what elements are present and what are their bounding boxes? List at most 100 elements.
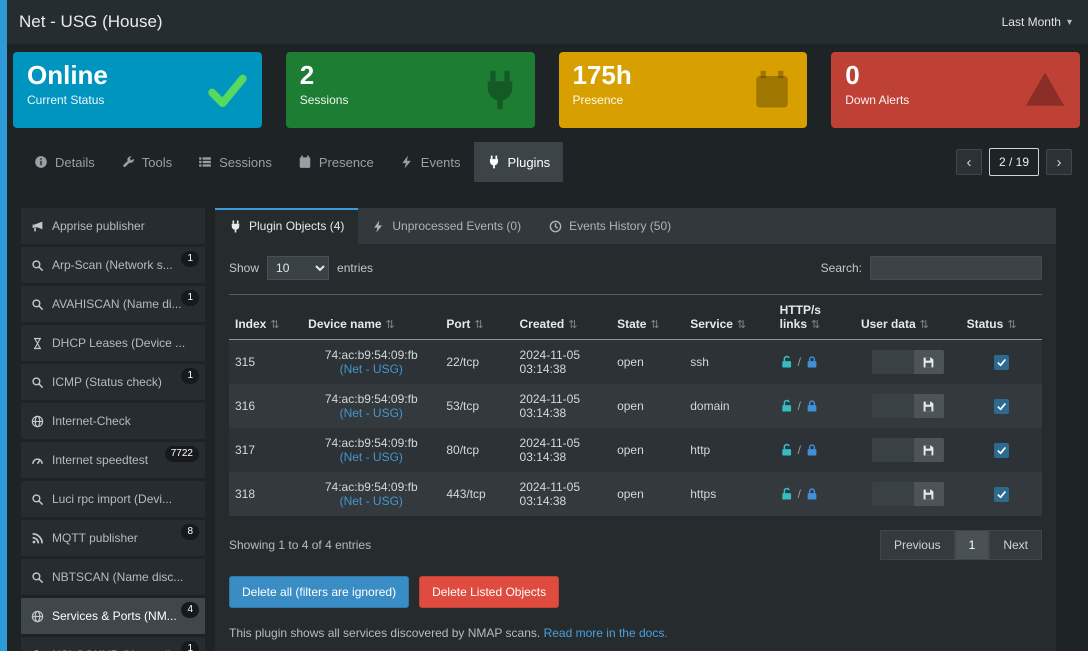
lock-closed-icon[interactable] xyxy=(805,487,819,501)
cell-service: http xyxy=(684,428,773,472)
plug-icon xyxy=(479,69,521,111)
col-header-state[interactable]: State⇅ xyxy=(611,295,684,340)
tab-unprocessed-events[interactable]: Unprocessed Events (0) xyxy=(358,208,535,244)
badge: 1 xyxy=(181,641,199,651)
user-data-input[interactable] xyxy=(872,482,914,506)
col-header-device-name[interactable]: Device name⇅ xyxy=(302,295,440,340)
sort-icon: ⇅ xyxy=(920,319,929,331)
save-icon xyxy=(922,488,935,501)
next-page-button[interactable]: Next xyxy=(989,530,1042,560)
sort-icon: ⇅ xyxy=(650,319,659,331)
sidebar-item-mqtt-publisher[interactable]: MQTT publisher8 xyxy=(21,520,205,556)
warning-icon xyxy=(1024,69,1066,111)
col-header-status[interactable]: Status⇅ xyxy=(961,295,1042,340)
sidebar-item-label: Internet speedtest xyxy=(52,453,148,467)
sidebar-item-label: NBTSCAN (Name disc... xyxy=(52,570,183,584)
search-icon xyxy=(31,571,44,584)
lock-closed-icon[interactable] xyxy=(805,399,819,413)
status-checkbox[interactable] xyxy=(994,443,1009,458)
sidebar-item-internet-speedtest[interactable]: Internet speedtest7722 xyxy=(21,442,205,478)
lock-open-icon[interactable] xyxy=(780,355,794,369)
sidebar-item-nslookup[interactable]: NSLOOKUP (Name di...1 xyxy=(21,637,205,651)
col-header-https-links[interactable]: HTTP/s links⇅ xyxy=(774,295,855,340)
col-header-created[interactable]: Created⇅ xyxy=(514,295,612,340)
delete-listed-button[interactable]: Delete Listed Objects xyxy=(419,576,559,608)
tab-plugins[interactable]: Plugins xyxy=(474,142,564,182)
period-selector[interactable]: Last Month ▾ xyxy=(1002,15,1072,29)
search-icon xyxy=(31,298,44,311)
plug-icon xyxy=(229,220,242,233)
save-button[interactable] xyxy=(914,438,944,462)
sidebar-item-internet-check[interactable]: Internet-Check xyxy=(21,403,205,439)
cell-state: open xyxy=(611,472,684,516)
created-time: 03:14:38 xyxy=(520,450,606,464)
status-checkbox[interactable] xyxy=(994,487,1009,502)
cell-port: 22/tcp xyxy=(440,340,513,385)
entries-info: Showing 1 to 4 of 4 entries xyxy=(229,538,371,552)
save-button[interactable] xyxy=(914,394,944,418)
delete-all-button[interactable]: Delete all (filters are ignored) xyxy=(229,576,409,608)
user-data-input[interactable] xyxy=(872,350,914,374)
search-input[interactable] xyxy=(870,256,1042,280)
created-time: 03:14:38 xyxy=(520,406,606,420)
col-label: Status xyxy=(967,317,1004,331)
page-size-select[interactable]: 10 xyxy=(267,256,329,280)
sidebar-item-apprise-publisher[interactable]: Apprise publisher xyxy=(21,208,205,244)
tab-events[interactable]: Events xyxy=(387,142,474,182)
device-link[interactable]: (Net - USG) xyxy=(308,362,434,376)
device-link[interactable]: (Net - USG) xyxy=(308,450,434,464)
save-button[interactable] xyxy=(914,350,944,374)
pager-next-button[interactable]: › xyxy=(1046,149,1072,175)
tab-label: Events xyxy=(421,155,461,170)
chevron-down-icon: ▾ xyxy=(1067,17,1072,28)
tab-plugin-objects[interactable]: Plugin Objects (4) xyxy=(215,208,358,244)
cell-index: 315 xyxy=(229,340,302,385)
lock-closed-icon[interactable] xyxy=(805,443,819,457)
cell-service: https xyxy=(684,472,773,516)
badge: 1 xyxy=(181,368,199,384)
cell-state: open xyxy=(611,384,684,428)
sidebar-item-luci-rpc-import[interactable]: Luci rpc import (Devi... xyxy=(21,481,205,517)
links-separator: / xyxy=(798,487,801,501)
docs-link[interactable]: Read more in the docs. xyxy=(544,626,668,640)
device-link[interactable]: (Net - USG) xyxy=(308,406,434,420)
lock-open-icon[interactable] xyxy=(780,487,794,501)
tab-tools[interactable]: Tools xyxy=(108,142,185,182)
sidebar-item-nbtscan[interactable]: NBTSCAN (Name disc... xyxy=(21,559,205,595)
pager-prev-button[interactable]: ‹ xyxy=(956,149,982,175)
cell-port: 80/tcp xyxy=(440,428,513,472)
lock-open-icon[interactable] xyxy=(780,443,794,457)
cell-port: 53/tcp xyxy=(440,384,513,428)
col-header-user-data[interactable]: User data⇅ xyxy=(855,295,961,340)
sidebar-item-services-ports[interactable]: Services & Ports (NM...4 xyxy=(21,598,205,634)
sidebar-item-dhcp-leases[interactable]: DHCP Leases (Device ... xyxy=(21,325,205,361)
info-icon xyxy=(34,155,48,169)
page-number-button[interactable]: 1 xyxy=(955,530,990,560)
user-data-input[interactable] xyxy=(872,438,914,462)
previous-page-button[interactable]: Previous xyxy=(880,530,955,560)
tab-presence[interactable]: Presence xyxy=(285,142,387,182)
badge: 1 xyxy=(181,251,199,267)
user-data-input[interactable] xyxy=(872,394,914,418)
lock-closed-icon[interactable] xyxy=(805,355,819,369)
table-row: 315 74:ac:b9:54:09:fb(Net - USG) 22/tcp … xyxy=(229,340,1042,385)
lock-open-icon[interactable] xyxy=(780,399,794,413)
tab-events-history[interactable]: Events History (50) xyxy=(535,208,685,244)
cell-https-links: / xyxy=(774,472,855,516)
col-header-port[interactable]: Port⇅ xyxy=(440,295,513,340)
device-link[interactable]: (Net - USG) xyxy=(308,494,434,508)
tab-details[interactable]: Details xyxy=(21,142,108,182)
sidebar-item-icmp[interactable]: ICMP (Status check)1 xyxy=(21,364,205,400)
col-header-index[interactable]: Index⇅ xyxy=(229,295,302,340)
table-footer: Showing 1 to 4 of 4 entries Previous 1 N… xyxy=(229,530,1042,560)
search-icon xyxy=(31,493,44,506)
save-button[interactable] xyxy=(914,482,944,506)
status-checkbox[interactable] xyxy=(994,355,1009,370)
sidebar-item-avahiscan[interactable]: AVAHISCAN (Name di...1 xyxy=(21,286,205,322)
tab-sessions[interactable]: Sessions xyxy=(185,142,285,182)
cell-user-data xyxy=(855,472,961,516)
sidebar-item-arp-scan[interactable]: Arp-Scan (Network s...1 xyxy=(21,247,205,283)
status-checkbox[interactable] xyxy=(994,399,1009,414)
col-header-service[interactable]: Service⇅ xyxy=(684,295,773,340)
calendar-icon xyxy=(751,69,793,111)
